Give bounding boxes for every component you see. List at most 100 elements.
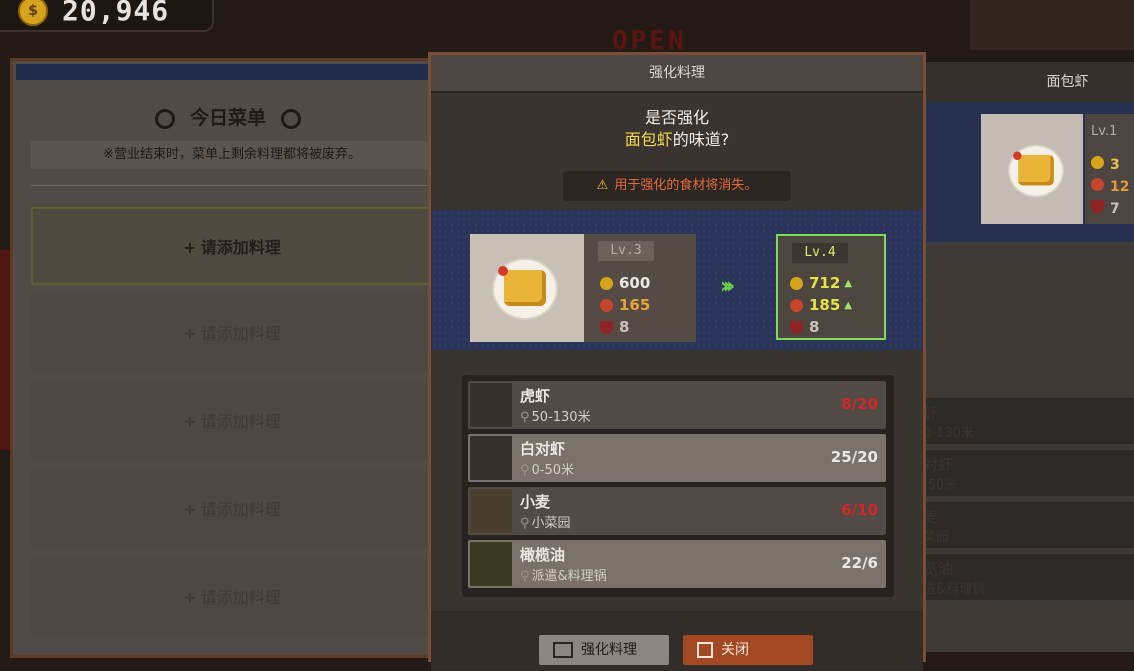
next-taste-value: 185 xyxy=(809,296,841,314)
next-portions-value: 8 xyxy=(809,318,820,336)
detail-ingredient-row: 对虾 -50米 xyxy=(923,450,1134,496)
dialog-footer: 强化料理 关闭 xyxy=(431,611,923,671)
increase-icon: ▲ xyxy=(844,299,853,311)
plus-icon: + xyxy=(183,238,197,257)
menu-slot-label: 请添加料理 xyxy=(200,238,281,257)
bread-shrimp-dish-icon xyxy=(492,258,558,320)
whiteleg-shrimp-icon xyxy=(470,436,512,480)
warning-banner: ⚠ 用于强化的食材将消失。 xyxy=(563,171,791,201)
menu-title-text: 今日菜单 xyxy=(189,107,266,129)
location-pin-icon: ⚲ xyxy=(520,516,530,531)
plus-icon: + xyxy=(183,412,197,431)
detail-dish-image xyxy=(981,114,1083,224)
menu-title-left-deco-icon xyxy=(155,108,176,129)
ingredient-row-whiteleg-shrimp[interactable]: 白对虾 ⚲ 0-50米 25/20 xyxy=(468,434,886,482)
ingredient-name: 橄榄油 xyxy=(520,546,566,564)
next-taste: 185 ▲ xyxy=(790,296,852,314)
warning-icon: ⚠ xyxy=(596,178,609,193)
detail-desc-line-2: 了很多白对虾和虎虾，有着浓 xyxy=(923,337,1105,353)
taste-icon xyxy=(790,298,803,312)
plus-icon: + xyxy=(183,588,197,607)
bowl-icon xyxy=(600,320,613,334)
menu-divider xyxy=(31,185,433,186)
detail-portions-value: 7 xyxy=(1110,201,1120,217)
detail-row-name: 览油 xyxy=(923,560,954,578)
plus-icon: + xyxy=(183,324,197,343)
ingredient-location-text: 50-130米 xyxy=(531,410,591,425)
menu-slot-1[interactable]: + 请添加料理 xyxy=(31,207,433,285)
background-wall xyxy=(0,250,10,450)
background-foliage xyxy=(970,0,1134,50)
dish-food-shape xyxy=(504,270,546,306)
coin-icon xyxy=(1091,156,1104,169)
coin-icon: $ xyxy=(18,0,48,26)
ingredient-list: 虎虾 ⚲ 50-130米 8/20 白对虾 ⚲ 0-50米 25/20 小麦 ⚲ 小菜… xyxy=(462,375,894,597)
ingredient-location-text: 派遣&料理锅 xyxy=(531,569,607,584)
current-level: Lv.3 xyxy=(598,241,654,261)
close-button[interactable]: 关闭 xyxy=(683,635,813,665)
menu-slot-label: 请添加料理 xyxy=(200,500,281,519)
bowl-icon xyxy=(1091,200,1104,213)
coin-icon xyxy=(790,276,803,290)
location-pin-icon: ⚲ xyxy=(520,410,530,425)
wheat-icon xyxy=(470,489,512,533)
today-menu-panel: 今日菜单 ※营业结束时，菜单上剩余料理都将被废弃。 + 请添加料理 + 请添加料理 … xyxy=(10,58,440,658)
detail-card: Lv.1 3 12 7 xyxy=(923,102,1134,242)
ingredient-row-wheat[interactable]: 小麦 ⚲ 小菜园 6/10 xyxy=(468,487,886,535)
question-suffix: 的味道? xyxy=(672,130,730,149)
menu-slot-4[interactable]: + 请添加料理 xyxy=(31,471,433,549)
detail-ingredient-row: 麦 菜园 xyxy=(923,502,1134,548)
key-icon xyxy=(697,642,713,658)
ingredient-location: ⚲ 派遣&料理锅 xyxy=(520,565,607,584)
current-portions: 8 xyxy=(600,318,629,336)
ingredient-location: ⚲ 0-50米 xyxy=(520,459,574,478)
ingredient-location-text: 小菜园 xyxy=(531,516,571,531)
detail-ingredient-row: 览油 遣&料理锅 xyxy=(923,554,1134,600)
question-line-1: 是否强化 xyxy=(644,108,709,127)
dialog-header: 强化料理 xyxy=(431,55,923,93)
menu-slot-label: 请添加料理 xyxy=(200,588,281,607)
ingredient-location-text: 0-50米 xyxy=(531,463,575,478)
menu-slot-label: 请添加料理 xyxy=(200,412,281,431)
current-price: 600 xyxy=(600,274,650,292)
detail-stats: Lv.1 3 12 7 xyxy=(1085,114,1134,224)
dish-detail-panel: 面包虾 Lv.1 3 12 7 方形的面包片中间放上剁碎的 了很多白对虾和虎虾，… xyxy=(920,62,1134,652)
next-price: 712 ▲ xyxy=(790,274,852,292)
upgrade-dish-button[interactable]: 强化料理 xyxy=(539,635,669,665)
menu-note: ※营业结束时，菜单上剩余料理都将被废弃。 xyxy=(31,141,433,169)
warning-text: 用于强化的食材将消失。 xyxy=(614,178,758,193)
detail-level: Lv.1 xyxy=(1091,124,1118,139)
dish-tomato-shape xyxy=(498,266,508,276)
plus-icon: + xyxy=(183,500,197,519)
ingredient-row-tiger-shrimp[interactable]: 虎虾 ⚲ 50-130米 8/20 xyxy=(468,381,886,429)
taste-icon xyxy=(600,298,613,312)
detail-row-loc: 菜园 xyxy=(923,530,950,545)
detail-stat-portions: 7 xyxy=(1091,200,1120,217)
gold-value: 20,946 xyxy=(62,0,170,27)
ingredient-count: 6/10 xyxy=(841,501,878,519)
current-stats: Lv.3 600 165 8 xyxy=(584,234,696,342)
bowl-icon xyxy=(790,320,803,334)
question-line-2: 面包虾的味道? xyxy=(431,129,923,151)
menu-title: 今日菜单 xyxy=(13,103,443,130)
detail-taste-value: 12 xyxy=(1110,179,1130,195)
menu-slot-3[interactable]: + 请添加料理 xyxy=(31,383,433,461)
ingredient-count: 8/20 xyxy=(841,395,878,413)
next-portions: 8 xyxy=(790,318,819,336)
menu-slot-2[interactable]: + 请添加料理 xyxy=(31,295,433,373)
detail-row-loc: -50米 xyxy=(923,478,958,493)
coin-icon xyxy=(600,276,613,290)
dialog-question: 是否强化 面包虾的味道? xyxy=(431,107,923,151)
current-portions-value: 8 xyxy=(619,318,630,336)
ingredient-row-olive-oil[interactable]: 橄榄油 ⚲ 派遣&料理锅 22/6 xyxy=(468,540,886,588)
next-level: Lv.4 xyxy=(792,243,848,263)
upgrade-dish-dialog: 强化料理 是否强化 面包虾的味道? ⚠ 用于强化的食材将消失。 Lv.3 600 … xyxy=(428,52,926,671)
detail-stat-taste: 12 xyxy=(1091,178,1129,195)
detail-stat-price: 3 xyxy=(1091,156,1120,173)
increase-icon: ▲ xyxy=(844,277,853,289)
menu-slot-5[interactable]: + 请添加料理 xyxy=(31,559,433,637)
detail-row-loc: 遣&料理锅 xyxy=(923,582,986,597)
space-key-icon xyxy=(553,642,573,658)
current-taste: 165 xyxy=(600,296,650,314)
ingredient-count: 25/20 xyxy=(830,448,878,466)
